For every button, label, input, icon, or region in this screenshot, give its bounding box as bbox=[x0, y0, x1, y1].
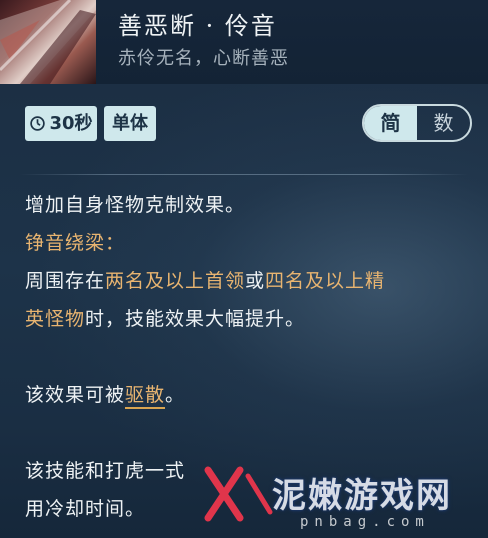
skill-subtitle: 赤伶无名，心断善恶 bbox=[118, 48, 289, 69]
desc-section-title: 铮音绕梁： bbox=[25, 232, 126, 254]
dispel-keyword-link[interactable]: 驱散 bbox=[125, 384, 166, 409]
skill-portrait-icon bbox=[0, 0, 96, 84]
skill-header: 善恶断 · 伶音 赤伶无名，心断善恶 bbox=[0, 0, 488, 84]
toggle-simple-option[interactable]: 简 bbox=[364, 106, 417, 140]
desc-line: 周围存在两名及以上首领或四名及以上精 bbox=[25, 270, 386, 292]
cooldown-value: 30秒 bbox=[49, 113, 93, 134]
target-type-badge: 单体 bbox=[104, 106, 156, 141]
target-type-label: 单体 bbox=[112, 113, 148, 134]
desc-line: 用冷却时间。 bbox=[25, 498, 146, 520]
timer-icon bbox=[30, 116, 46, 131]
skill-title: 善恶断 · 伶音 bbox=[118, 12, 277, 40]
desc-line: 增加自身怪物克制效果。 bbox=[25, 194, 246, 216]
desc-line: 英怪物时，技能效果大幅提升。 bbox=[25, 308, 306, 330]
desc-line: 该效果可被驱散。 bbox=[25, 376, 473, 414]
section-divider bbox=[20, 174, 468, 175]
toggle-numeric-option[interactable]: 数 bbox=[417, 106, 470, 140]
description-mode-toggle[interactable]: 简 数 bbox=[362, 104, 472, 142]
skill-description: 增加自身怪物克制效果。 铮音绕梁： 周围存在两名及以上首领或四名及以上精 英怪物… bbox=[25, 186, 473, 528]
cooldown-badge: 30秒 bbox=[25, 106, 97, 141]
desc-line: 该技能和打虎一式 bbox=[25, 460, 186, 482]
